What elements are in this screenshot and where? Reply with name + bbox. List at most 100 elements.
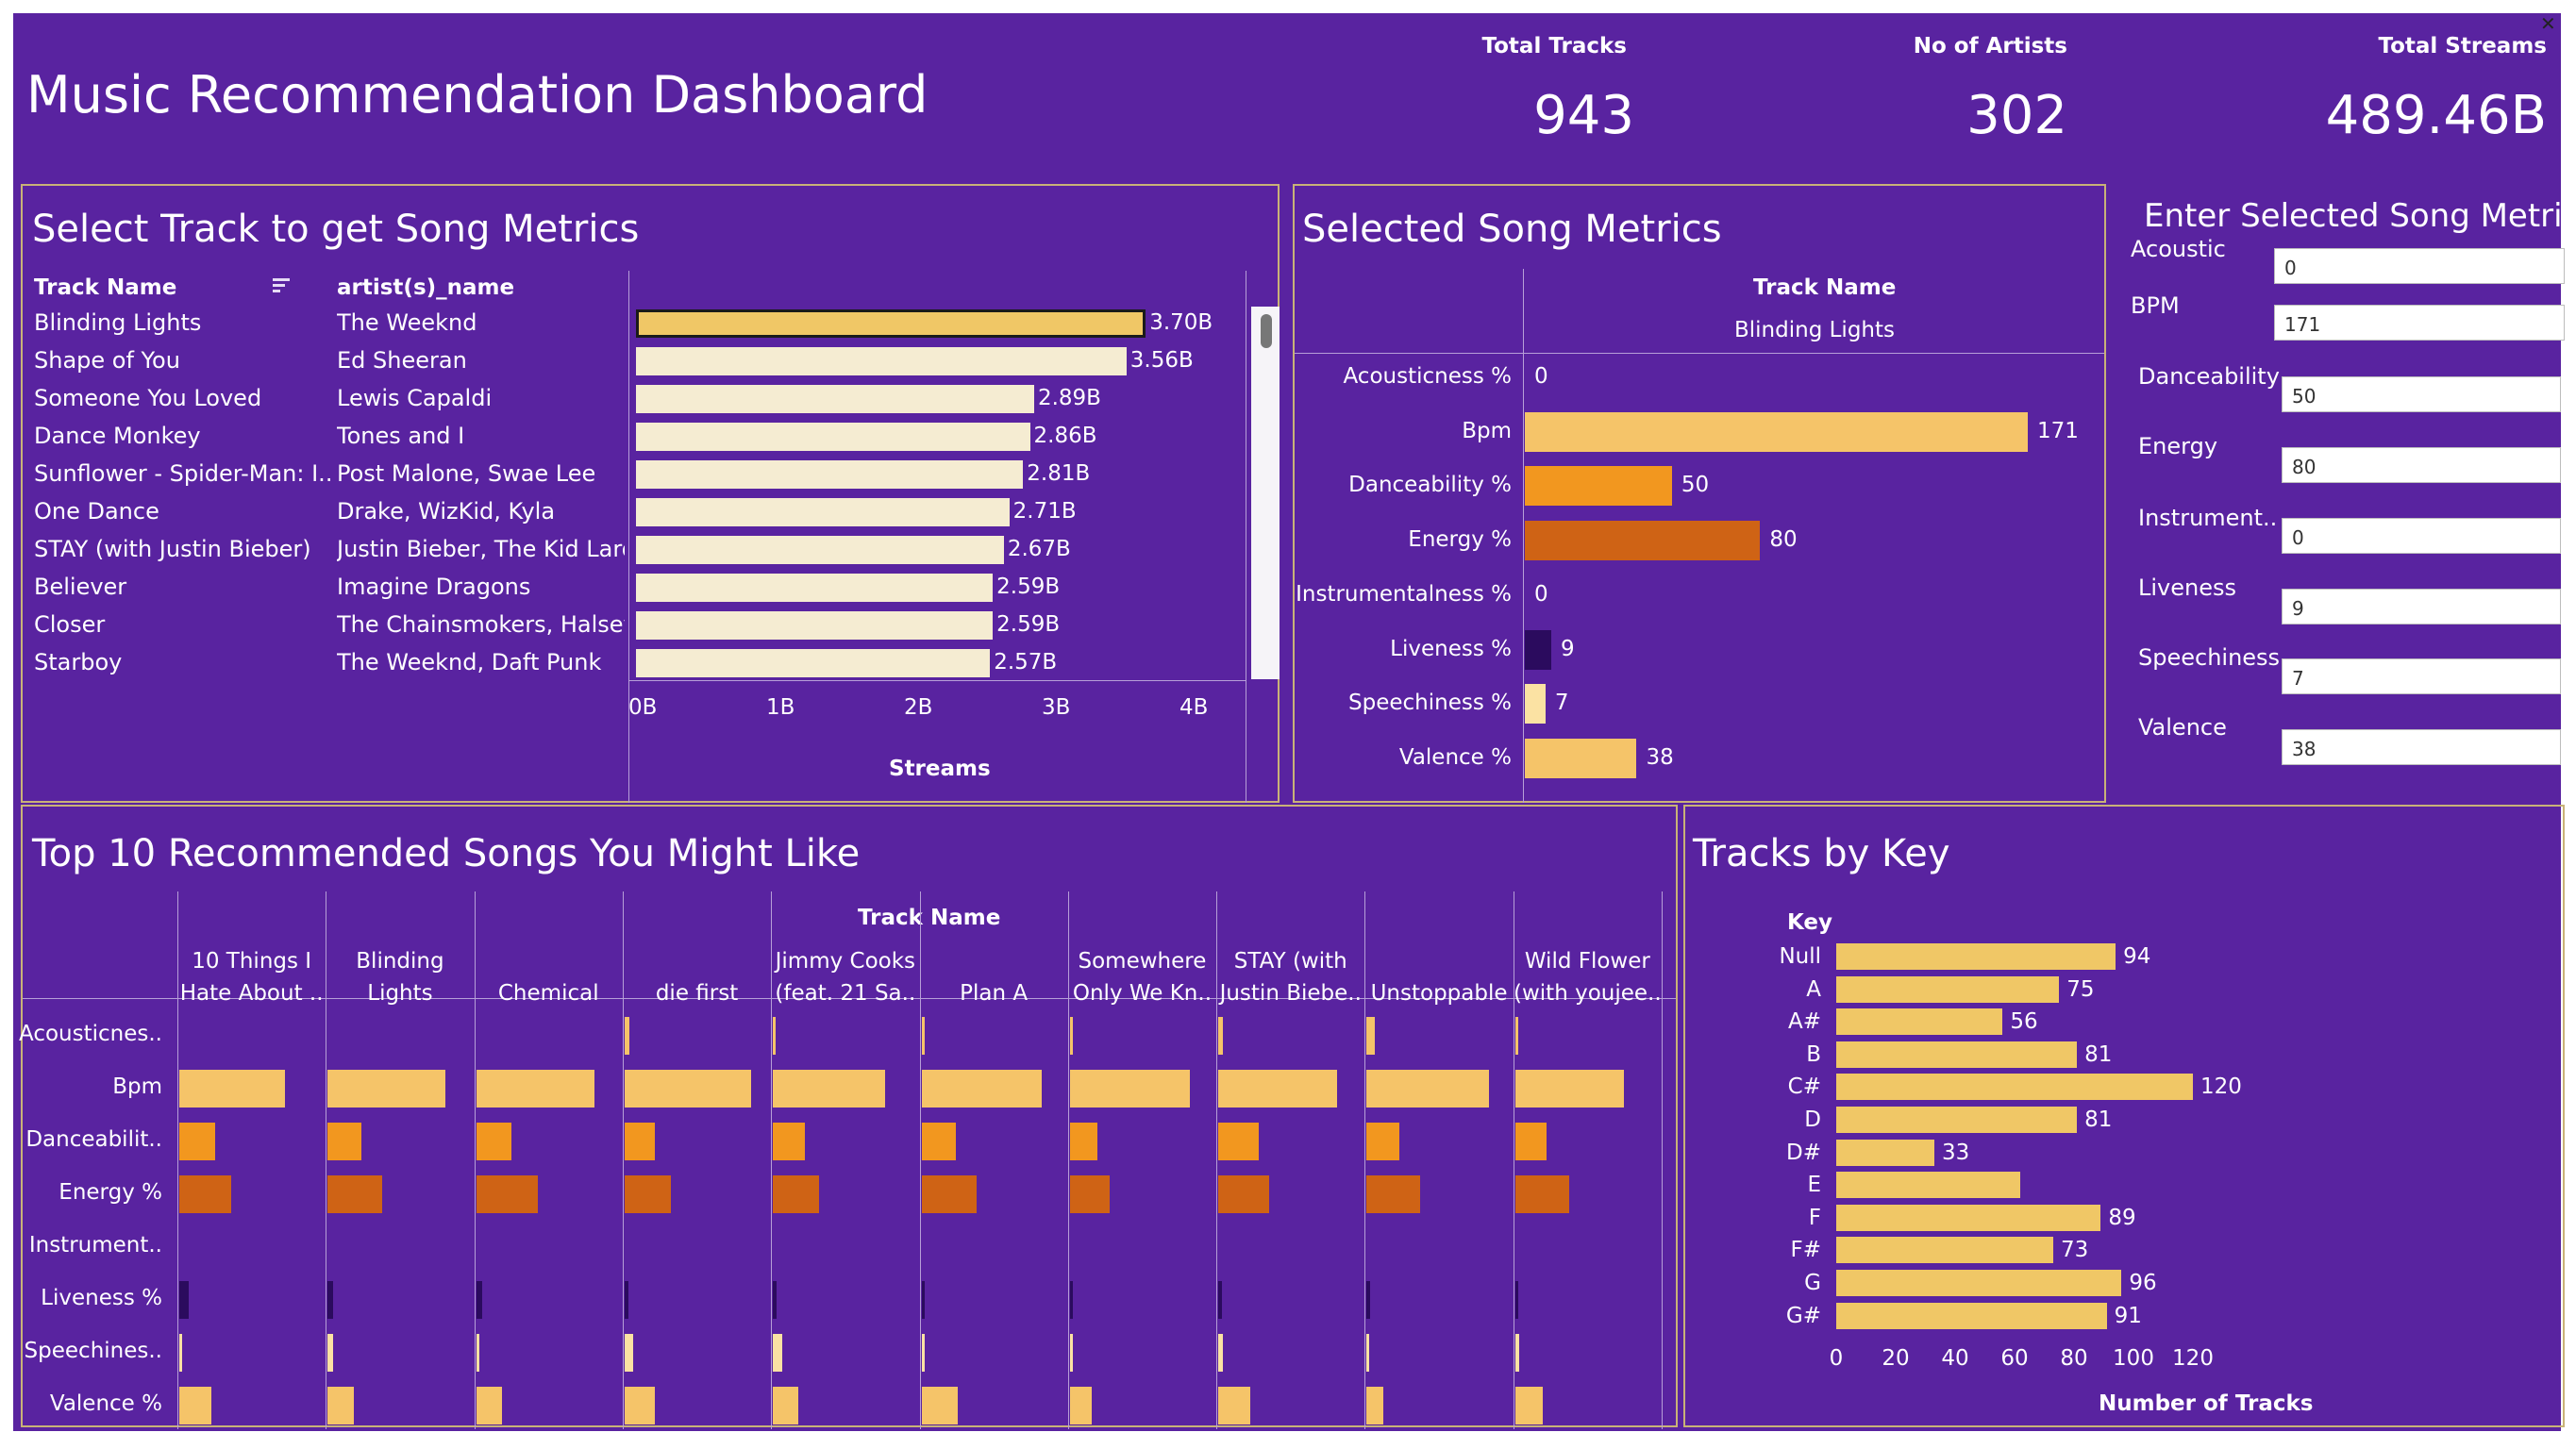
- song-column-header[interactable]: Jimmy Cooks (feat. 21 Sa..: [771, 945, 919, 1009]
- song-column-header[interactable]: Unstoppable: [1364, 945, 1513, 1009]
- input-label: Instrument..: [2138, 505, 2278, 531]
- metric-input-field[interactable]: 50: [2282, 376, 2561, 412]
- page-title: Music Recommendation Dashboard: [26, 65, 928, 125]
- song-column-header[interactable]: Chemical: [475, 945, 623, 1009]
- metric-row-label: Acousticnes..: [19, 1022, 162, 1046]
- stream-bar-label: 2.57B: [994, 650, 1058, 675]
- stream-bar[interactable]: [636, 649, 991, 677]
- stream-bar[interactable]: [636, 498, 1010, 526]
- key-bar[interactable]: [1836, 943, 2116, 970]
- recommend-bar: [773, 1123, 805, 1160]
- recommend-bar: [1366, 1387, 1384, 1424]
- key-bar[interactable]: [1836, 1172, 2021, 1199]
- recommend-bar: [1069, 1123, 1097, 1160]
- song-column-header[interactable]: 10 Things I Hate About ..: [177, 945, 326, 1009]
- stream-bar[interactable]: [636, 423, 1030, 451]
- metric-input-field[interactable]: 9: [2282, 589, 2561, 625]
- recommend-bar: [921, 1175, 978, 1213]
- table-row[interactable]: Closer The Chainsmokers, Halsey 2.59B: [23, 608, 1240, 645]
- key-bar[interactable]: [1836, 1074, 2193, 1101]
- stream-bar-label: 2.71B: [1012, 499, 1077, 524]
- table-row[interactable]: Believer Imagine Dragons 2.59B: [23, 570, 1240, 608]
- metric-bar[interactable]: [1525, 466, 1672, 507]
- metric-input-field[interactable]: 80: [2282, 447, 2561, 483]
- key-bar[interactable]: [1836, 1139, 1934, 1166]
- metric-input-field[interactable]: 0: [2282, 518, 2561, 554]
- metric-input-field[interactable]: 171: [2274, 305, 2565, 341]
- song-column-header[interactable]: die first: [623, 945, 771, 1009]
- stream-bar-label: 2.59B: [996, 612, 1061, 637]
- stream-bar-label: 2.59B: [996, 575, 1061, 599]
- metric-bar[interactable]: [1525, 684, 1546, 724]
- song-name-line: Plan A: [960, 981, 1029, 1006]
- metric-input-field[interactable]: 0: [2274, 248, 2565, 284]
- metric-bar[interactable]: [1525, 521, 1761, 561]
- recommend-bar: [1218, 1175, 1270, 1213]
- kpi-artists-value: 302: [1966, 85, 2067, 146]
- stream-bar[interactable]: [636, 347, 1127, 375]
- metric-bar[interactable]: [1525, 738, 1637, 778]
- table-row[interactable]: Starboy The Weeknd, Daft Punk 2.57B: [23, 645, 1240, 683]
- table-scrollbar[interactable]: [1251, 307, 1280, 679]
- metric-bar[interactable]: [1525, 411, 2028, 452]
- song-column-header[interactable]: Plan A: [920, 945, 1068, 1009]
- recommend-bar: [624, 1123, 655, 1160]
- key-bar[interactable]: [1836, 1107, 2078, 1133]
- recommend-bar: [1366, 1281, 1370, 1319]
- key-bar[interactable]: [1836, 1302, 2107, 1329]
- kpi-total-tracks-value: 943: [1533, 85, 1634, 146]
- table-row[interactable]: One Dance Drake, WizKid, Kyla 2.71B: [23, 494, 1240, 532]
- key-bar[interactable]: [1836, 1237, 2053, 1264]
- table-row[interactable]: Sunflower - Spider-Man: I.. Post Malone, …: [23, 457, 1240, 494]
- key-bar[interactable]: [1836, 1008, 2003, 1036]
- input-label: Energy: [2138, 433, 2218, 459]
- key-bar-label: 33: [1941, 1140, 1970, 1165]
- recommend-bar: [624, 1281, 628, 1319]
- song-name-line: STAY (with: [1233, 949, 1347, 974]
- metric-row-label: Valence %: [49, 1391, 162, 1416]
- key-bar[interactable]: [1836, 975, 2060, 1003]
- streams-tick-label: 0B: [628, 695, 658, 720]
- close-icon[interactable]: ✕: [2540, 13, 2561, 34]
- metric-input-field[interactable]: 38: [2282, 729, 2561, 765]
- sort-icon[interactable]: [271, 275, 293, 298]
- recommend-bar: [1218, 1281, 1222, 1319]
- metric-value-label: 80: [1769, 527, 1798, 553]
- stream-bar[interactable]: [636, 460, 1024, 489]
- key-category-label: C#: [1787, 1074, 1821, 1100]
- song-column-header[interactable]: STAY (with Justin Biebe..: [1216, 945, 1364, 1009]
- key-bar[interactable]: [1836, 1204, 2101, 1231]
- recommend-bar: [921, 1017, 925, 1055]
- table-row[interactable]: Shape of You Ed Sheeran 3.56B: [23, 343, 1240, 381]
- key-x-axis-title: Number of Tracks: [2099, 1391, 2314, 1416]
- select-track-panel: Select Track to get Song Metrics Track N…: [21, 184, 1280, 803]
- artist-name-cell: Tones and I: [337, 423, 465, 449]
- table-row[interactable]: Blinding Lights The Weeknd 3.70B: [23, 306, 1240, 343]
- recommend-bar: [1366, 1175, 1421, 1213]
- stream-bar[interactable]: [636, 574, 994, 602]
- song-name-line: Unstoppable: [1370, 981, 1508, 1006]
- table-row[interactable]: Dance Monkey Tones and I 2.86B: [23, 419, 1240, 457]
- metric-label: Liveness %: [1390, 636, 1512, 661]
- recommend-bar: [624, 1387, 656, 1424]
- table-row[interactable]: STAY (with Justin Bieber) Justin Bieber, …: [23, 532, 1240, 570]
- metric-row: Danceability % 50: [1295, 459, 2097, 512]
- stream-bar[interactable]: [636, 385, 1034, 413]
- song-column-header[interactable]: Blinding Lights: [326, 945, 474, 1009]
- streams-axis-title: Streams: [889, 757, 991, 781]
- table-row[interactable]: Someone You Loved Lewis Capaldi 2.89B: [23, 381, 1240, 419]
- metrics-col-header: Track Name: [1753, 275, 1897, 300]
- stream-bar[interactable]: [636, 611, 994, 640]
- metric-bar[interactable]: [1525, 629, 1552, 670]
- song-column-header[interactable]: Somewhere Only We Kn..: [1068, 945, 1216, 1009]
- stream-bar-label: 3.56B: [1129, 348, 1194, 373]
- scrollbar-thumb[interactable]: [1261, 314, 1272, 348]
- artist-name-cell: Post Malone, Swae Lee: [337, 460, 596, 487]
- stream-bar[interactable]: [636, 536, 1004, 564]
- metric-input-field[interactable]: 7: [2282, 658, 2561, 694]
- recommend-bar: [476, 1123, 511, 1160]
- song-column-header[interactable]: Wild Flower (with youjee..: [1514, 945, 1662, 1009]
- key-bar[interactable]: [1836, 1270, 2122, 1296]
- stream-bar[interactable]: [636, 309, 1146, 338]
- key-bar[interactable]: [1836, 1041, 2078, 1068]
